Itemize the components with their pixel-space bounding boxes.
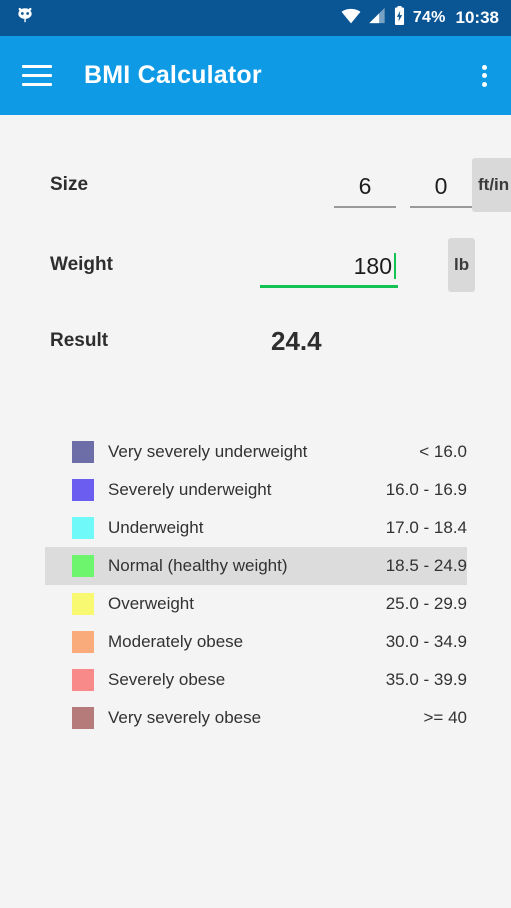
calculator-form: Size 6 0 ft/in Weight 180 lb Result 24.4 bbox=[0, 115, 511, 377]
legend-color-swatch bbox=[72, 441, 94, 463]
legend-range-value: 17.0 - 18.4 bbox=[385, 518, 467, 537]
app-title: BMI Calculator bbox=[84, 61, 262, 89]
size-label: Size bbox=[50, 174, 89, 195]
legend-row: Very severely obese >= 40 bbox=[45, 699, 467, 737]
hamburger-line bbox=[22, 65, 52, 68]
legend-range-value: 18.5 - 24.9 bbox=[385, 556, 467, 575]
legend-range-value: 25.0 - 29.9 bbox=[385, 594, 467, 613]
status-bar-left bbox=[14, 5, 36, 32]
weight-fields: 180 bbox=[200, 242, 448, 288]
size-feet-value: 6 bbox=[358, 173, 372, 199]
status-bar: 74% 10:38 bbox=[0, 0, 511, 36]
legend-color-swatch bbox=[72, 555, 94, 577]
overflow-menu-icon[interactable] bbox=[473, 63, 495, 89]
legend-category-label: Very severely underweight bbox=[108, 442, 308, 461]
result-label: Result bbox=[50, 330, 109, 351]
legend-row: Severely obese 35.0 - 39.9 bbox=[45, 661, 467, 699]
size-feet-input[interactable]: 6 bbox=[334, 173, 396, 208]
weight-row: Weight 180 lb bbox=[0, 225, 511, 305]
legend-row: Underweight 17.0 - 18.4 bbox=[45, 509, 467, 547]
legend-row: Very severely underweight < 16.0 bbox=[45, 433, 467, 471]
hamburger-line bbox=[22, 74, 52, 77]
bmi-category-legend: Very severely underweight < 16.0 Severely … bbox=[0, 433, 511, 737]
legend-range-value: 35.0 - 39.9 bbox=[385, 670, 467, 689]
legend-range-value: 16.0 - 16.9 bbox=[385, 480, 467, 499]
result-row: Result 24.4 bbox=[0, 305, 511, 377]
battery-percent-label: 74% bbox=[412, 9, 446, 26]
overflow-dot bbox=[481, 81, 487, 87]
hamburger-menu-icon[interactable] bbox=[22, 65, 52, 86]
legend-range-value: 30.0 - 34.9 bbox=[385, 632, 467, 651]
wifi-icon bbox=[341, 7, 361, 29]
legend-category-label: Overweight bbox=[108, 594, 194, 613]
legend-category-label: Severely underweight bbox=[108, 480, 272, 499]
size-fields: 6 0 bbox=[200, 162, 472, 208]
result-value: 24.4 bbox=[271, 325, 322, 356]
weight-label: Weight bbox=[50, 254, 113, 275]
legend-category-label: Severely obese bbox=[108, 670, 226, 689]
status-bar-clock: 10:38 bbox=[455, 8, 499, 27]
legend-category-label: Normal (healthy weight) bbox=[108, 556, 288, 575]
legend-row: Overweight 25.0 - 29.9 bbox=[45, 585, 467, 623]
legend-color-swatch bbox=[72, 707, 94, 729]
legend-color-swatch bbox=[72, 517, 94, 539]
legend-category-label: Very severely obese bbox=[108, 708, 262, 727]
legend-range-value: < 16.0 bbox=[419, 442, 467, 461]
legend-color-swatch bbox=[72, 631, 94, 653]
battery-charging-icon bbox=[393, 5, 406, 31]
hamburger-line bbox=[22, 83, 52, 86]
weight-input[interactable]: 180 bbox=[260, 253, 398, 288]
legend-row: Normal (healthy weight) 18.5 - 24.9 bbox=[45, 547, 467, 585]
size-inches-value: 0 bbox=[434, 173, 448, 199]
legend-category-label: Moderately obese bbox=[108, 632, 244, 651]
overflow-dot bbox=[481, 73, 487, 78]
legend-row: Severely underweight 16.0 - 16.9 bbox=[45, 471, 467, 509]
legend-color-swatch bbox=[72, 593, 94, 615]
size-unit-button[interactable]: ft/in bbox=[472, 158, 511, 212]
overflow-dot bbox=[481, 64, 487, 70]
weight-value: 180 bbox=[353, 253, 392, 279]
weight-unit-button[interactable]: lb bbox=[448, 238, 476, 292]
app-bar: BMI Calculator bbox=[0, 36, 511, 115]
legend-category-label: Underweight bbox=[108, 518, 204, 537]
legend-color-swatch bbox=[72, 479, 94, 501]
cyanogenmod-logo-icon bbox=[14, 5, 36, 32]
text-caret bbox=[394, 253, 396, 279]
cell-signal-icon bbox=[368, 7, 386, 29]
legend-range-value: >= 40 bbox=[423, 708, 468, 727]
size-row: Size 6 0 ft/in bbox=[0, 145, 511, 225]
legend-row: Moderately obese 30.0 - 34.9 bbox=[45, 623, 467, 661]
size-inches-input[interactable]: 0 bbox=[410, 173, 472, 208]
legend-color-swatch bbox=[72, 669, 94, 691]
status-bar-right: 74% 10:38 bbox=[341, 5, 499, 31]
